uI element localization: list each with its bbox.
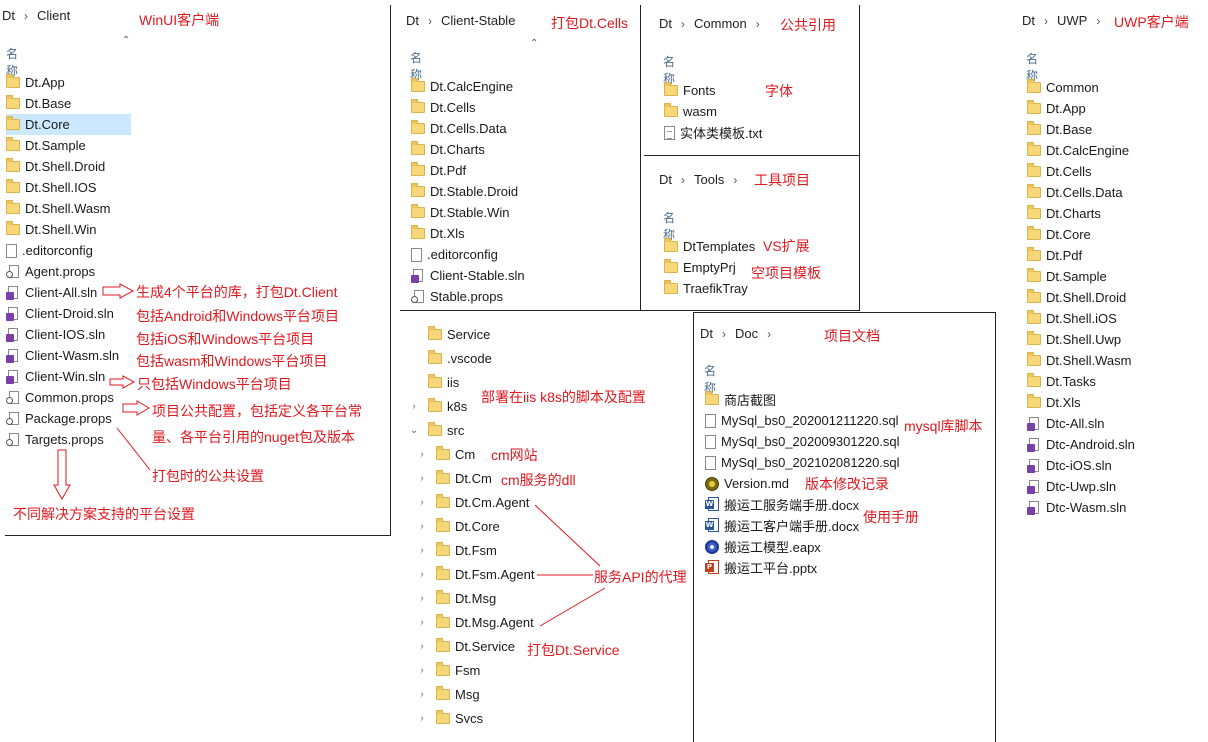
hollow-arrow-icon (53, 449, 71, 501)
connector-line (539, 587, 606, 627)
annotation-connectors (53, 283, 606, 627)
hollow-arrow-icon (109, 375, 136, 389)
hollow-arrow-icon (122, 400, 150, 416)
connector-line (116, 427, 151, 471)
hollow-arrow-icon (102, 283, 135, 299)
connector-line (534, 504, 601, 567)
